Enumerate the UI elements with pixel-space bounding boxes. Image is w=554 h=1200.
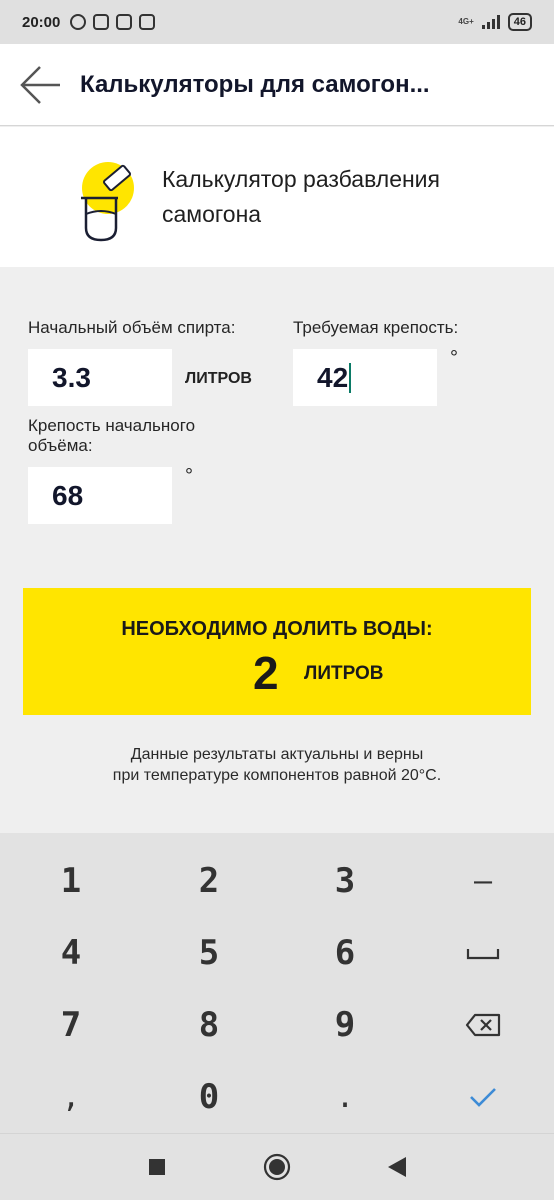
- checkmark-icon: [470, 1088, 496, 1107]
- system-nav-bar: [0, 1133, 554, 1200]
- circle-icon: [263, 1153, 291, 1181]
- target-strength-input[interactable]: 42: [293, 349, 437, 406]
- space-bar-icon: [466, 949, 500, 960]
- initial-strength-label: Крепость начального объёма:: [28, 416, 196, 455]
- target-strength-unit: °: [450, 347, 458, 369]
- key-2[interactable]: 2: [140, 845, 278, 917]
- instagram-icon-2: [139, 14, 156, 30]
- calculator-header: Калькулятор разбавления самогона: [0, 127, 554, 267]
- status-time: 20:00: [22, 13, 61, 31]
- result-unit: ЛИТРОВ: [304, 663, 384, 684]
- key-5[interactable]: 5: [140, 917, 278, 989]
- key-4[interactable]: 4: [2, 917, 140, 989]
- nav-home-button[interactable]: [262, 1152, 292, 1182]
- numeric-keyboard: 1 2 3 – 4 5 6 7 8 9 , 0 .: [0, 833, 554, 1133]
- nav-recent-button[interactable]: [142, 1152, 172, 1182]
- back-button[interactable]: [0, 44, 80, 126]
- initial-strength-input[interactable]: 68: [28, 467, 172, 524]
- key-8[interactable]: 8: [140, 989, 278, 1061]
- instagram-icon: [116, 14, 133, 30]
- key-0[interactable]: 0: [140, 1061, 278, 1133]
- key-9[interactable]: 9: [276, 989, 414, 1061]
- result-value: 2: [253, 647, 279, 699]
- text-cursor: [349, 362, 352, 393]
- key-6[interactable]: 6: [276, 917, 414, 989]
- app-bar: Калькуляторы для самогон...: [0, 44, 554, 126]
- key-space[interactable]: [414, 917, 552, 989]
- initial-volume-label: Начальный объём спирта:: [28, 318, 236, 337]
- page-title: Калькуляторы для самогон...: [80, 70, 430, 98]
- app-notification-icon: [93, 14, 110, 30]
- key-backspace[interactable]: [414, 989, 552, 1061]
- initial-strength-value: 68: [52, 479, 84, 511]
- calculator-form: Начальный объём спирта: 3.3 ЛИТРОВ Требу…: [0, 267, 554, 833]
- key-7[interactable]: 7: [2, 989, 140, 1061]
- note-line-2: при температуре компонентов равной 20°C.: [112, 767, 442, 784]
- result-title: НЕОБХОДИМО ДОЛИТЬ ВОДЫ:: [121, 618, 433, 640]
- key-comma[interactable]: ,: [2, 1061, 140, 1133]
- temperature-note: Данные результаты актуальны и верны при …: [0, 744, 554, 786]
- battery-icon: 46: [507, 13, 532, 31]
- initial-volume-value: 3.3: [52, 361, 91, 393]
- key-period[interactable]: .: [276, 1061, 414, 1133]
- key-3[interactable]: 3: [276, 845, 414, 917]
- status-bar: 20:00 4G+ 46: [0, 0, 554, 44]
- initial-volume-input[interactable]: 3.3: [28, 349, 172, 406]
- nav-back-button[interactable]: [382, 1152, 412, 1182]
- key-1[interactable]: 1: [2, 845, 140, 917]
- triangle-icon: [388, 1157, 406, 1177]
- flask-pour-icon: [81, 162, 134, 242]
- target-strength-label: Требуемая крепость:: [293, 318, 459, 337]
- target-strength-value: 42: [317, 361, 349, 393]
- key-minus[interactable]: –: [414, 845, 552, 917]
- initial-volume-unit: ЛИТРОВ: [185, 370, 252, 387]
- key-done[interactable]: [414, 1061, 552, 1133]
- square-icon: [149, 1159, 165, 1175]
- network-type: 4G+: [458, 17, 474, 26]
- alarm-icon: [70, 14, 87, 30]
- note-line-1: Данные результаты актуальны и верны: [130, 746, 424, 763]
- calculator-title: Калькулятор разбавления самогона: [162, 166, 440, 227]
- result-panel: НЕОБХОДИМО ДОЛИТЬ ВОДЫ: 2 ЛИТРОВ: [23, 588, 531, 715]
- initial-strength-unit: °: [185, 465, 193, 487]
- backspace-icon: [465, 1013, 501, 1037]
- arrow-left-icon: [20, 65, 60, 104]
- signal-icon: [481, 15, 500, 29]
